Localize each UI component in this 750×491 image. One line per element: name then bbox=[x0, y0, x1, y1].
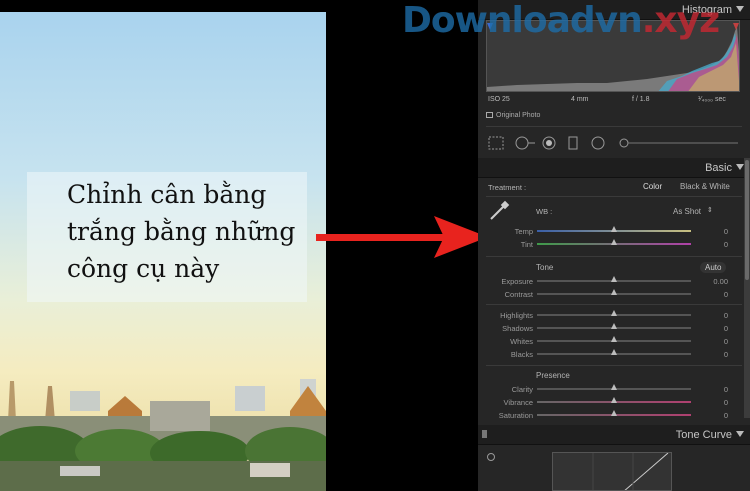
original-photo-label: Original Photo bbox=[496, 112, 541, 119]
tint-value[interactable]: 0 bbox=[724, 240, 728, 249]
contrast-slider-thumb[interactable] bbox=[611, 289, 617, 295]
shutter-speed: ¹⁄₄₀₀₀ sec bbox=[698, 96, 726, 103]
crop-tool-icon[interactable] bbox=[488, 136, 504, 150]
tint-slider-thumb[interactable] bbox=[611, 239, 617, 245]
tone-curve-title: Tone Curve bbox=[675, 429, 732, 441]
treatment-label: Treatment : bbox=[488, 183, 527, 192]
brush-tool-icon[interactable] bbox=[618, 136, 738, 150]
clarity-label: Clarity bbox=[511, 385, 533, 394]
saturation-label: Saturation bbox=[498, 411, 533, 420]
divider bbox=[486, 365, 742, 366]
whites-value[interactable]: 0 bbox=[724, 337, 728, 346]
original-photo-toggle[interactable]: Original Photo bbox=[486, 112, 540, 119]
divider bbox=[486, 256, 742, 257]
develop-panel: Histogram ISO 25 4 mm f / 1.8 ¹⁄₄₀₀₀ sec… bbox=[478, 0, 750, 491]
whites-label: Whites bbox=[510, 337, 533, 346]
wb-preset-dropdown[interactable]: As Shot bbox=[673, 207, 701, 216]
tone-auto-button[interactable]: Auto bbox=[700, 262, 727, 273]
blacks-slider-thumb[interactable] bbox=[611, 349, 617, 355]
clarity-slider-thumb[interactable] bbox=[611, 384, 617, 390]
focal-length: 4 mm bbox=[571, 96, 589, 103]
highlights-label: Highlights bbox=[500, 311, 533, 320]
saturation-value[interactable]: 0 bbox=[724, 411, 728, 420]
watermark-logo: Downloadvn.xyz bbox=[402, 0, 720, 41]
graduated-filter-icon[interactable] bbox=[568, 136, 578, 150]
vibrance-label: Vibrance bbox=[503, 398, 533, 407]
divider bbox=[486, 126, 742, 127]
tint-label: Tint bbox=[520, 240, 533, 249]
temp-slider-thumb[interactable] bbox=[611, 226, 617, 232]
watermark-main: Downloadvn bbox=[402, 0, 643, 41]
radial-filter-icon[interactable] bbox=[590, 136, 606, 150]
treatment-bw-option[interactable]: Black & White bbox=[680, 182, 730, 191]
aperture-value: f / 1.8 bbox=[632, 96, 650, 103]
wb-label: WB : bbox=[536, 207, 553, 216]
watermark-suffix: .xyz bbox=[641, 0, 720, 41]
vibrance-value[interactable]: 0 bbox=[724, 398, 728, 407]
contrast-value[interactable]: 0 bbox=[724, 290, 728, 299]
basic-title: Basic bbox=[705, 162, 732, 174]
treatment-color-option[interactable]: Color bbox=[643, 182, 662, 191]
panel-scroll-thumb[interactable] bbox=[745, 160, 749, 280]
temp-value[interactable]: 0 bbox=[724, 227, 728, 236]
dropdown-arrows-icon[interactable]: ⇕ bbox=[707, 206, 713, 214]
annotation-caption: Chỉnh cân bằng trắng bằng những công cụ … bbox=[27, 172, 307, 302]
shadows-value[interactable]: 0 bbox=[724, 324, 728, 333]
highlights-value[interactable]: 0 bbox=[724, 311, 728, 320]
iso-value: ISO 25 bbox=[488, 96, 510, 103]
city-skyline-image bbox=[0, 379, 326, 491]
red-eye-icon[interactable] bbox=[542, 136, 556, 150]
collapse-triangle-icon[interactable] bbox=[736, 164, 744, 170]
tool-strip bbox=[484, 130, 744, 156]
caption-line-3: công cụ này bbox=[67, 254, 220, 283]
contrast-label: Contrast bbox=[504, 290, 533, 299]
spot-removal-icon[interactable] bbox=[514, 136, 536, 150]
collapse-triangle-icon[interactable] bbox=[736, 431, 744, 437]
tone-label: Tone bbox=[536, 263, 554, 272]
annotation-arrow-icon bbox=[316, 216, 488, 258]
temp-label: Temp bbox=[514, 227, 533, 236]
caption-line-1: Chỉnh cân bằng bbox=[67, 180, 267, 209]
saturation-slider-thumb[interactable] bbox=[611, 410, 617, 416]
blacks-label: Blacks bbox=[510, 350, 533, 359]
divider bbox=[486, 196, 742, 197]
basic-header[interactable]: Basic bbox=[478, 158, 750, 178]
caption-line-2: trắng bằng những bbox=[67, 217, 296, 246]
target-adjust-icon[interactable] bbox=[486, 452, 496, 462]
panel-switch-icon[interactable] bbox=[482, 430, 487, 438]
highlights-slider-thumb[interactable] bbox=[611, 310, 617, 316]
tone-curve-header[interactable]: Tone Curve bbox=[478, 425, 750, 445]
tone-curve-graph[interactable] bbox=[552, 452, 672, 491]
shadows-label: Shadows bbox=[502, 324, 533, 333]
white-balance-eyedropper-icon[interactable] bbox=[488, 200, 512, 222]
clarity-value[interactable]: 0 bbox=[724, 385, 728, 394]
exposure-label: Exposure bbox=[501, 277, 533, 286]
collapse-triangle-icon[interactable] bbox=[736, 6, 744, 12]
exposure-value[interactable]: 0.00 bbox=[713, 277, 728, 286]
presence-label: Presence bbox=[536, 371, 570, 380]
exposure-slider-thumb[interactable] bbox=[611, 276, 617, 282]
blacks-value[interactable]: 0 bbox=[724, 350, 728, 359]
divider bbox=[486, 304, 742, 305]
shadows-slider-thumb[interactable] bbox=[611, 323, 617, 329]
whites-slider-thumb[interactable] bbox=[611, 336, 617, 342]
vibrance-slider-thumb[interactable] bbox=[611, 397, 617, 403]
checkbox-icon[interactable] bbox=[486, 112, 493, 118]
